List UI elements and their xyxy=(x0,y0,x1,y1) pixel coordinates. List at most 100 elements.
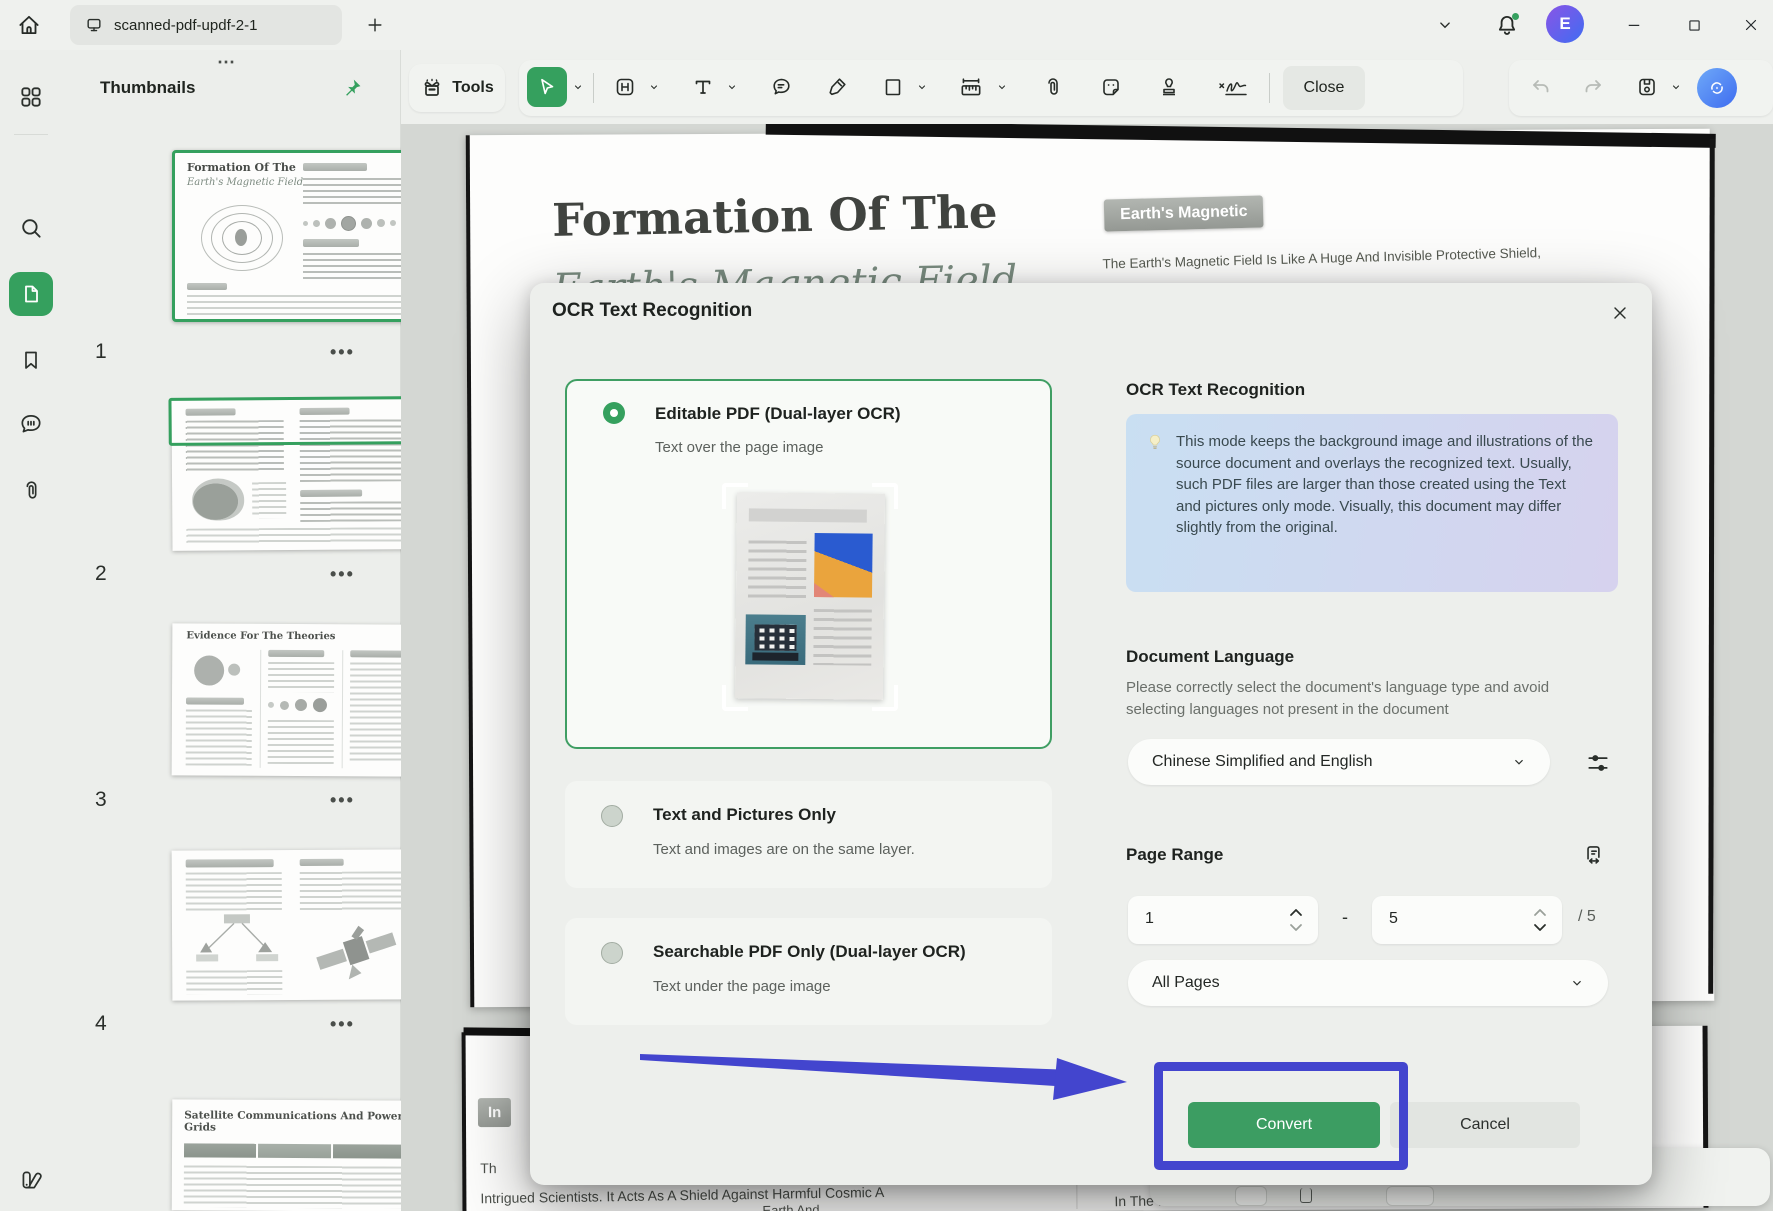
new-tab-button[interactable] xyxy=(358,8,392,42)
thumbnail-1-menu[interactable]: ••• xyxy=(330,342,355,363)
redo-button[interactable] xyxy=(1573,67,1613,107)
sidebar-item-thumbnails[interactable] xyxy=(9,272,53,316)
signature-tool-button[interactable] xyxy=(1207,67,1259,107)
save-dropdown[interactable] xyxy=(1669,80,1683,94)
option-text-pictures-label: Text and Pictures Only xyxy=(653,805,836,825)
select-tool-dropdown[interactable] xyxy=(571,80,585,94)
option-searchable-pdf[interactable]: Searchable PDF Only (Dual-layer OCR) Tex… xyxy=(565,918,1052,1025)
page-range-settings-button[interactable] xyxy=(1574,835,1614,875)
pdf-bottom-partial: Th xyxy=(480,1160,496,1176)
sidebar-item-panels[interactable] xyxy=(9,75,53,119)
thumbnail-page-1[interactable]: Formation Of The Earth's Magnetic Field xyxy=(172,150,417,322)
save-button[interactable] xyxy=(1627,67,1667,107)
notification-dot xyxy=(1512,13,1519,20)
comment-icon xyxy=(18,411,44,437)
heading-tool-button[interactable] xyxy=(605,67,645,107)
close-tools-button[interactable]: Close xyxy=(1283,66,1365,110)
sidebar-item-attachments[interactable] xyxy=(9,468,53,512)
ocr-info-text: This mode keeps the background image and… xyxy=(1176,431,1594,539)
chevron-down-icon xyxy=(1512,755,1526,769)
ocr-right-heading: OCR Text Recognition xyxy=(1126,380,1305,400)
thumbnail-4-menu[interactable]: ••• xyxy=(330,1014,355,1035)
option-text-pictures-radio[interactable] xyxy=(601,805,623,827)
home-button[interactable] xyxy=(10,6,48,44)
option-editable-description: Text over the page image xyxy=(655,439,823,456)
comment-tool-button[interactable] xyxy=(761,67,801,107)
undo-button[interactable] xyxy=(1521,67,1561,107)
page-range-mode-dropdown[interactable]: All Pages xyxy=(1128,960,1608,1006)
option-editable-radio[interactable] xyxy=(603,402,625,424)
ai-assistant-button[interactable] xyxy=(1697,68,1737,108)
sidebar-item-comments[interactable] xyxy=(9,402,53,446)
language-dropdown[interactable]: Chinese Simplified and English xyxy=(1128,739,1550,785)
page-to-value: 5 xyxy=(1389,910,1398,928)
highlighter-icon xyxy=(825,75,849,99)
thumbnail-page-3[interactable]: Evidence For The Theories xyxy=(172,623,418,776)
maximize-button[interactable] xyxy=(1674,8,1714,42)
minimize-button[interactable] xyxy=(1614,8,1654,42)
sidebar-item-swatches[interactable] xyxy=(9,1158,53,1202)
page-from-stepper[interactable] xyxy=(1288,903,1304,937)
pin-panel-button[interactable] xyxy=(334,70,370,106)
page-range-icon xyxy=(1581,842,1607,868)
document-tab-title: scanned-pdf-updf-2-1 xyxy=(114,17,257,34)
thumbnail-page-2[interactable] xyxy=(171,399,417,551)
language-dropdown-value: Chinese Simplified and English xyxy=(1152,753,1373,771)
language-settings-button[interactable] xyxy=(1578,743,1618,783)
updf-app-window: scanned-pdf-updf-2-1 E xyxy=(0,0,1773,1211)
text-icon xyxy=(691,75,715,99)
page-to-stepper[interactable] xyxy=(1532,903,1548,937)
close-window-button[interactable] xyxy=(1732,8,1770,42)
measure-tool-dropdown[interactable] xyxy=(995,80,1009,94)
paperclip-icon xyxy=(19,478,44,503)
pdf-bottom-fragment1: Earth And xyxy=(762,1202,819,1211)
option-searchable-label: Searchable PDF Only (Dual-layer OCR) xyxy=(653,942,966,962)
shape-tool-button[interactable] xyxy=(873,67,913,107)
panel-drag-handle[interactable]: ⋯ xyxy=(217,52,237,73)
titlebar: scanned-pdf-updf-2-1 E xyxy=(0,0,1773,50)
sticker-tool-button[interactable] xyxy=(1091,67,1131,107)
thumbnail-3-menu[interactable]: ••• xyxy=(330,790,355,811)
cancel-button[interactable]: Cancel xyxy=(1390,1102,1580,1148)
thumbnail-page-4[interactable] xyxy=(172,849,418,1000)
swatches-icon xyxy=(18,1167,44,1193)
attach-file-tool-button[interactable] xyxy=(1033,67,1073,107)
stamp-tool-button[interactable] xyxy=(1149,67,1189,107)
shape-tool-dropdown[interactable] xyxy=(915,80,929,94)
tools-button[interactable]: Tools xyxy=(409,64,505,112)
document-language-hint: Please correctly select the document's l… xyxy=(1126,677,1606,721)
grid-icon xyxy=(18,84,44,110)
option-text-pictures-description: Text and images are on the same layer. xyxy=(653,841,915,858)
pdf-bottom-badge: In xyxy=(478,1098,511,1127)
search-icon xyxy=(18,215,44,241)
thumb1-planets-row xyxy=(303,215,407,231)
sidebar-item-bookmarks[interactable] xyxy=(9,338,53,382)
avatar[interactable]: E xyxy=(1546,5,1584,43)
measure-tool-button[interactable] xyxy=(951,67,991,107)
option-text-pictures[interactable]: Text and Pictures Only Text and images a… xyxy=(565,781,1052,888)
pdf-bottom-line: Intrigued Scientists. It Acts As A Shiel… xyxy=(480,1184,884,1206)
text-tool-dropdown[interactable] xyxy=(725,80,739,94)
signature-icon xyxy=(1216,74,1250,100)
sidebar-item-search[interactable] xyxy=(9,206,53,250)
document-tab[interactable]: scanned-pdf-updf-2-1 xyxy=(70,5,342,45)
highlighter-tool-button[interactable] xyxy=(817,67,857,107)
heading-tool-dropdown[interactable] xyxy=(647,80,661,94)
text-tool-button[interactable] xyxy=(683,67,723,107)
ocr-selection-badge[interactable]: Earth's Magnetic xyxy=(1104,195,1264,231)
thumbnail-2-menu[interactable]: ••• xyxy=(330,564,355,585)
option-editable-pdf[interactable]: Editable PDF (Dual-layer OCR) Text over … xyxy=(565,379,1052,749)
option-editable-label: Editable PDF (Dual-layer OCR) xyxy=(655,404,901,424)
dialog-close-button[interactable] xyxy=(1602,295,1638,331)
option-searchable-radio[interactable] xyxy=(601,942,623,964)
notifications-button[interactable] xyxy=(1488,6,1526,44)
select-tool-button[interactable] xyxy=(527,67,567,107)
page-to-input[interactable]: 5 xyxy=(1372,896,1562,944)
thumb2-visible-region xyxy=(168,396,419,446)
bell-icon xyxy=(1494,12,1520,38)
collapse-toolbar-button[interactable] xyxy=(1430,10,1460,40)
thumbnails-panel-title: Thumbnails xyxy=(100,78,195,98)
thumbnail-page-5[interactable]: Satellite Communications And Power Grids xyxy=(172,1099,418,1211)
page-from-input[interactable]: 1 xyxy=(1128,896,1318,944)
hidden-control-3 xyxy=(1386,1186,1434,1206)
